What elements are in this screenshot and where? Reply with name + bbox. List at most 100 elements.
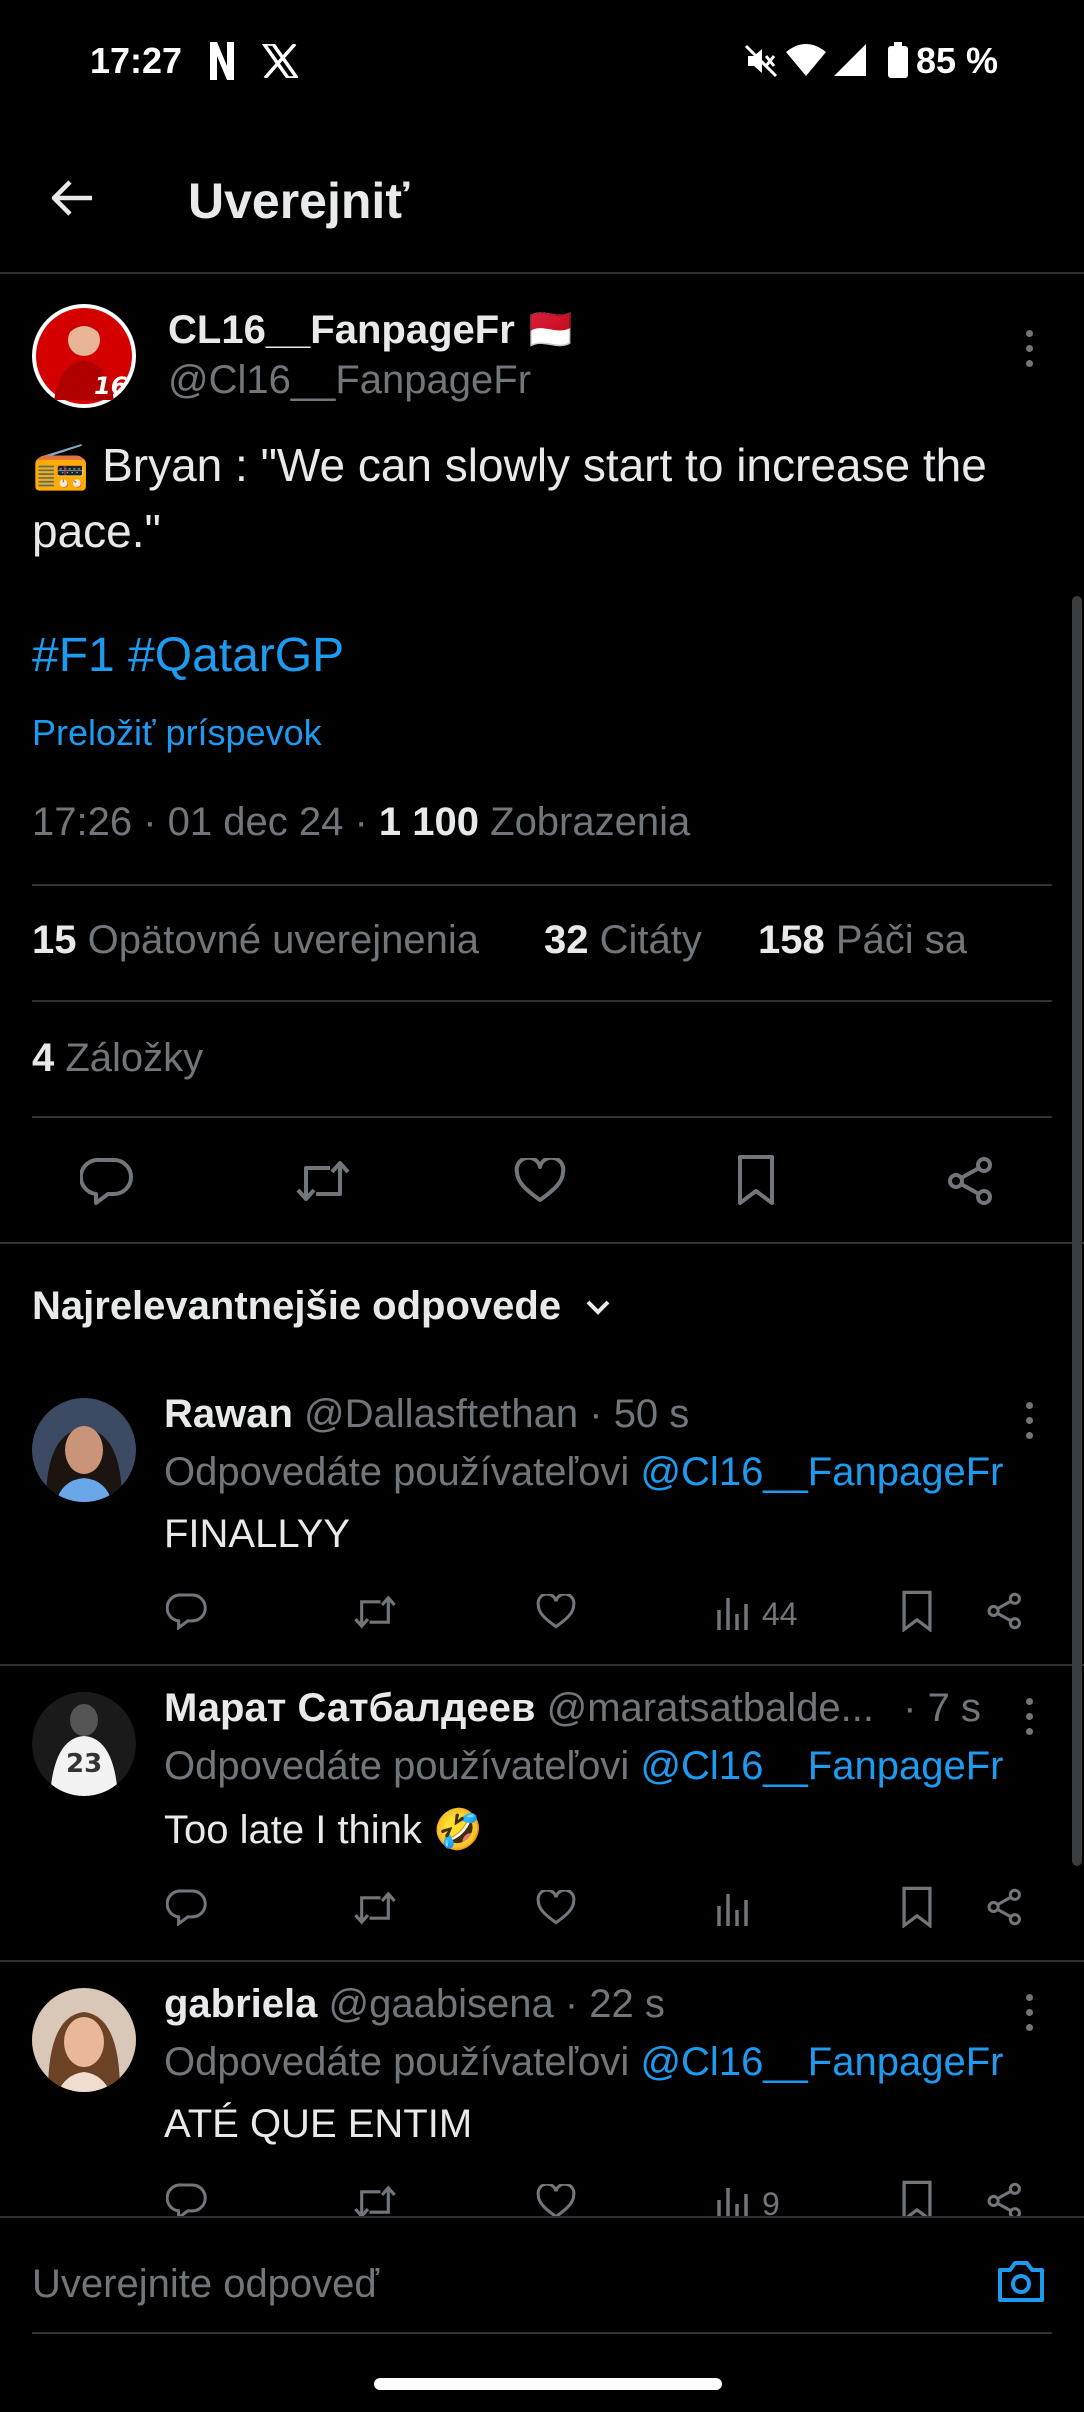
reply-views-button[interactable] (716, 1594, 750, 1630)
bookmark-button[interactable] (736, 1154, 776, 1206)
author-avatar[interactable]: 16 (32, 304, 136, 408)
analytics-icon (717, 2188, 748, 2220)
heart-icon (536, 2184, 576, 2219)
compose-underline (32, 2332, 1052, 2334)
heart-icon (514, 1158, 566, 1202)
tweet-hashtags[interactable]: #F1 #QatarGP (32, 628, 344, 683)
reply-like-button[interactable] (536, 1890, 576, 1926)
quotes-stat[interactable]: 32 Citáty (544, 918, 702, 963)
reply-author-handle[interactable]: @maratsatbalde... (535, 1686, 874, 1730)
reposts-stat[interactable]: 15 Opätovné uverejnenia (32, 918, 479, 963)
reply-share-button[interactable] (986, 2182, 1024, 2220)
reply-views-count: 44 (762, 1596, 798, 1632)
reply-avatar[interactable]: 23 (32, 1692, 136, 1796)
bookmark-icon (902, 1590, 932, 1632)
reply-reply-button[interactable] (166, 1888, 208, 1926)
reply-input[interactable]: Uverejnite odpoveď (32, 2262, 379, 2307)
reply-divider (0, 1664, 1084, 1666)
reply-icon (166, 2183, 207, 2220)
reply-author-handle[interactable]: @gaabisena (317, 1982, 554, 2026)
more-options-icon[interactable] (1026, 1994, 1034, 2039)
reply-views-button[interactable] (716, 1890, 750, 1926)
reply-to-handle[interactable]: @Cl16__FanpageFr (640, 2040, 1003, 2084)
reply-author-handle[interactable]: @Dallasftethan (293, 1392, 578, 1436)
back-button[interactable] (48, 174, 96, 222)
reply-repost-button[interactable] (352, 2184, 398, 2220)
reply-bookmark-button[interactable] (900, 1886, 934, 1928)
share-icon (987, 2182, 1021, 2220)
status-time: 17:27 (90, 40, 183, 81)
reply-to-handle[interactable]: @Cl16__FanpageFr (640, 1450, 1003, 1494)
reply-repost-button[interactable] (352, 1890, 398, 1926)
home-indicator[interactable] (374, 2378, 722, 2390)
share-icon (987, 1888, 1021, 1926)
share-icon (987, 1592, 1021, 1630)
author-name[interactable]: CL16__FanpageFr 🇲🇨 (168, 306, 576, 353)
stats-divider-top (32, 884, 1052, 886)
monaco-flag-icon: 🇲🇨 (525, 308, 576, 352)
battery-icon (888, 42, 908, 78)
reply-to-handle[interactable]: @Cl16__FanpageFr (640, 1744, 1003, 1788)
reply-to-line: Odpovedáte používateľovi @Cl16__FanpageF… (164, 1450, 1004, 1494)
netflix-icon (208, 42, 236, 80)
reply-text: ATÉ QUE ENTIM (164, 2102, 473, 2146)
arrow-left-icon (51, 180, 92, 216)
reply-icon (166, 1593, 207, 1630)
camera-icon (998, 2261, 1044, 2302)
heart-icon (536, 1594, 576, 1629)
reply-share-button[interactable] (986, 1592, 1024, 1630)
chevron-down-icon (586, 1301, 610, 1316)
like-button[interactable] (514, 1158, 566, 1204)
repost-button[interactable] (294, 1158, 352, 1204)
analytics-icon (717, 1894, 748, 1926)
svg-text:16: 16 (94, 372, 127, 400)
reply-text: Too late I think 🤣 (164, 1808, 483, 1852)
reply-bookmark-button[interactable] (900, 1590, 934, 1632)
reply-icon (80, 1157, 133, 1205)
reply-header: Марат Сатбалдеев @maratsatbalde... · 7 s (164, 1686, 981, 1731)
bookmark-icon (738, 1155, 774, 1205)
scrollbar[interactable] (1072, 596, 1082, 1866)
heart-icon (536, 1890, 576, 1925)
more-options-icon[interactable] (1026, 1402, 1034, 1447)
reply-avatar[interactable] (32, 1988, 136, 2092)
reply-views-button[interactable] (716, 2184, 750, 2220)
reply-repost-button[interactable] (352, 1594, 398, 1630)
reply-like-button[interactable] (536, 2184, 576, 2220)
reply-author-name[interactable]: Rawan (164, 1392, 293, 1436)
share-button[interactable] (946, 1156, 996, 1206)
likes-stat[interactable]: 158 Páči sa (758, 918, 967, 963)
reply-avatar[interactable] (32, 1398, 136, 1502)
reply-reply-button[interactable] (166, 1592, 208, 1630)
actions-divider (0, 1242, 1084, 1244)
radio-icon: 📻 (32, 439, 90, 491)
header-divider (0, 272, 1084, 274)
replies-sort-dropdown[interactable]: Najrelevantnejšie odpovede (32, 1284, 612, 1329)
translate-link[interactable]: Preložiť príspevok (32, 712, 322, 754)
reply-reply-button[interactable] (166, 2182, 208, 2220)
reply-share-button[interactable] (986, 1888, 1024, 1926)
reply-to-line: Odpovedáte používateľovi @Cl16__FanpageF… (164, 1744, 1004, 1788)
analytics-icon (717, 1598, 748, 1630)
battery-percent: 85 % (916, 40, 999, 81)
reply-button[interactable] (80, 1156, 134, 1206)
reply-header: gabriela @gaabisena · 22 s (164, 1982, 665, 2027)
page-title: Uverejniť (188, 173, 410, 229)
reply-text: FINALLYY (164, 1512, 350, 1556)
reply-author-name[interactable]: gabriela (164, 1982, 317, 2026)
reply-time: · 22 s (553, 1982, 665, 2026)
repost-icon (354, 2185, 396, 2219)
stats-divider-mid (32, 1000, 1052, 1002)
bookmarks-stat[interactable]: 4 Záložky (32, 1036, 203, 1081)
reply-time: · 7 s (892, 1686, 981, 1730)
more-options-icon[interactable] (1026, 330, 1034, 375)
reply-author-name[interactable]: Марат Сатбалдеев (164, 1686, 535, 1730)
tweet-meta: 17:26 · 01 dec 24 · 1 100 Zobrazenia (32, 800, 691, 844)
svg-text:23: 23 (66, 1749, 102, 1779)
reply-like-button[interactable] (536, 1594, 576, 1630)
more-options-icon[interactable] (1026, 1698, 1034, 1743)
repost-icon (296, 1161, 350, 1201)
camera-button[interactable] (996, 2258, 1046, 2304)
author-handle[interactable]: @Cl16__FanpageFr (168, 358, 531, 403)
repost-icon (354, 1595, 396, 1629)
